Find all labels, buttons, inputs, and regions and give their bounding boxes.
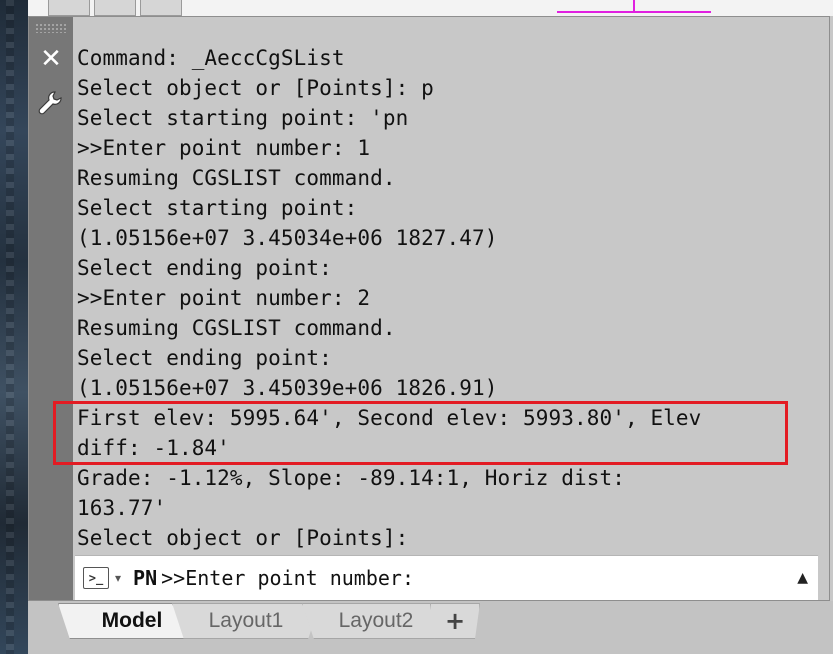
drawing-line	[633, 0, 635, 12]
history-line: Select ending point:	[77, 346, 332, 370]
drag-grip[interactable]	[35, 23, 67, 33]
history-line: Select starting point: 'pn	[77, 106, 409, 130]
plus-icon[interactable]: +	[430, 603, 480, 639]
tab-layout1[interactable]: Layout1	[172, 603, 320, 639]
command-input[interactable]: >_ ▾ PN >>Enter point number: ▲	[75, 555, 818, 600]
layout-tabs: Model Layout1 Layout2 +	[28, 601, 833, 654]
history-line: (1.05156e+07 3.45034e+06 1827.47)	[77, 226, 498, 250]
triangle-up-icon[interactable]: ▲	[797, 570, 808, 586]
command-prompt-icon[interactable]: >_	[83, 567, 109, 589]
history-line: Select object or [Points]:	[77, 526, 409, 550]
toolbar-tab[interactable]	[140, 0, 182, 16]
tab-label: Layout1	[208, 609, 284, 632]
history-line: First elev: 5995.64', Second elev: 5993.…	[77, 406, 702, 430]
toolbar-tab[interactable]	[48, 0, 90, 16]
command-prompt-text: >>Enter point number:	[161, 566, 414, 590]
history-line: 163.77'	[77, 496, 167, 520]
history-line: Resuming CGSLIST command.	[77, 166, 396, 190]
chevron-down-icon[interactable]: ▾	[115, 571, 121, 585]
command-window-sidebar: ✕	[29, 17, 73, 600]
history-line: >>Enter point number: 1	[77, 136, 371, 160]
close-icon[interactable]: ✕	[37, 44, 65, 74]
history-line: Select object or [Points]: p	[77, 76, 434, 100]
history-line: Grade: -1.12%, Slope: -89.14:1, Horiz di…	[77, 466, 625, 490]
history-line: Select ending point:	[77, 256, 332, 280]
command-name: PN	[133, 566, 158, 590]
tab-label: Model	[101, 609, 163, 632]
history-line: (1.05156e+07 3.45039e+06 1826.91)	[77, 376, 498, 400]
drawing-area-strip	[28, 0, 833, 16]
tab-label: Layout2	[338, 609, 414, 632]
history-line: diff: -1.84'	[77, 436, 230, 460]
command-history: Command: _AeccCgSList Select object or […	[77, 43, 822, 553]
history-line: Command: _AeccCgSList	[77, 46, 345, 70]
toolbar-tab[interactable]	[94, 0, 136, 16]
command-window: ✕ Command: _AeccCgSList Select object or…	[28, 16, 830, 601]
history-line: Resuming CGSLIST command.	[77, 316, 396, 340]
tab-layout2[interactable]: Layout2	[302, 603, 450, 639]
history-line: >>Enter point number: 2	[77, 286, 371, 310]
wrench-icon[interactable]	[37, 89, 65, 117]
desktop-background	[0, 0, 28, 654]
history-line: Select starting point:	[77, 196, 358, 220]
